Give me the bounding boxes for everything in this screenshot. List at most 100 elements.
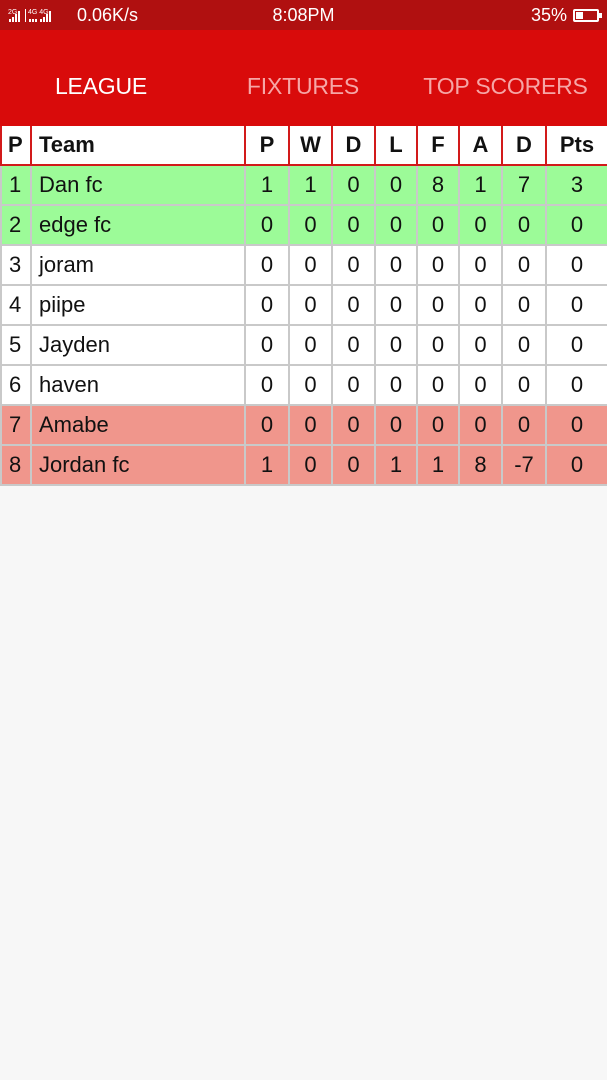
cell-difference: 0 bbox=[501, 324, 547, 366]
cell-points: 0 bbox=[545, 324, 607, 366]
cell-against: 0 bbox=[458, 324, 503, 366]
cell-position: 5 bbox=[0, 324, 32, 366]
table-row[interactable]: 1 Dan fc 1 1 0 0 8 1 7 3 bbox=[0, 164, 607, 206]
tab-bar: LEAGUE FIXTURES TOP SCORERS bbox=[0, 30, 607, 126]
cell-lost: 0 bbox=[374, 284, 418, 326]
league-table: P Team P W D L F A D Pts 1 Dan fc 1 1 0 0 8 1 7 3… bbox=[0, 126, 607, 486]
header-drawn: D bbox=[331, 126, 376, 166]
cell-for: 0 bbox=[416, 364, 460, 406]
table-row[interactable]: 6 haven 0 0 0 0 0 0 0 0 bbox=[0, 364, 607, 406]
cell-points: 0 bbox=[545, 404, 607, 446]
cell-won: 0 bbox=[288, 204, 333, 246]
cell-team: haven bbox=[30, 364, 246, 406]
cell-drawn: 0 bbox=[331, 404, 376, 446]
cell-difference: 7 bbox=[501, 164, 547, 206]
header-position: P bbox=[0, 126, 32, 166]
cell-played: 0 bbox=[244, 244, 290, 286]
cell-lost: 0 bbox=[374, 204, 418, 246]
cell-against: 1 bbox=[458, 164, 503, 206]
tab-league[interactable]: LEAGUE bbox=[0, 30, 202, 126]
header-team: Team bbox=[30, 126, 246, 166]
cell-points: 0 bbox=[545, 284, 607, 326]
cell-points: 0 bbox=[545, 204, 607, 246]
cell-points: 0 bbox=[545, 244, 607, 286]
cell-against: 8 bbox=[458, 444, 503, 486]
cell-for: 0 bbox=[416, 404, 460, 446]
header-against: A bbox=[458, 126, 503, 166]
cell-drawn: 0 bbox=[331, 324, 376, 366]
header-points: Pts bbox=[545, 126, 607, 166]
cell-drawn: 0 bbox=[331, 164, 376, 206]
cell-against: 0 bbox=[458, 244, 503, 286]
table-row[interactable]: 7 Amabe 0 0 0 0 0 0 0 0 bbox=[0, 404, 607, 446]
cell-won: 0 bbox=[288, 364, 333, 406]
cell-drawn: 0 bbox=[331, 204, 376, 246]
cell-position: 8 bbox=[0, 444, 32, 486]
cell-difference: -7 bbox=[501, 444, 547, 486]
battery-percent: 35% bbox=[530, 5, 567, 25]
status-right: 35% bbox=[530, 5, 602, 26]
cell-for: 0 bbox=[416, 324, 460, 366]
cell-team: Jayden bbox=[30, 324, 246, 366]
cell-drawn: 0 bbox=[331, 364, 376, 406]
tab-fixtures[interactable]: FIXTURES bbox=[202, 30, 404, 126]
clock: 8:08PM bbox=[272, 5, 335, 25]
cell-played: 0 bbox=[244, 284, 290, 326]
cell-team: Jordan fc bbox=[30, 444, 246, 486]
table-row[interactable]: 2 edge fc 0 0 0 0 0 0 0 0 bbox=[0, 204, 607, 246]
cell-points: 3 bbox=[545, 164, 607, 206]
battery-level bbox=[576, 12, 583, 19]
cell-team: Amabe bbox=[30, 404, 246, 446]
cell-for: 0 bbox=[416, 284, 460, 326]
cell-won: 0 bbox=[288, 324, 333, 366]
cell-position: 1 bbox=[0, 164, 32, 206]
cell-played: 0 bbox=[244, 404, 290, 446]
cell-played: 0 bbox=[244, 364, 290, 406]
table-row[interactable]: 3 joram 0 0 0 0 0 0 0 0 bbox=[0, 244, 607, 286]
cell-difference: 0 bbox=[501, 364, 547, 406]
cell-lost: 0 bbox=[374, 364, 418, 406]
cell-against: 0 bbox=[458, 404, 503, 446]
header-won: W bbox=[288, 126, 333, 166]
cell-against: 0 bbox=[458, 284, 503, 326]
cell-for: 8 bbox=[416, 164, 460, 206]
cell-played: 0 bbox=[244, 324, 290, 366]
cell-team: joram bbox=[30, 244, 246, 286]
cell-position: 2 bbox=[0, 204, 32, 246]
header-difference: D bbox=[501, 126, 547, 166]
cell-points: 0 bbox=[545, 444, 607, 486]
cell-drawn: 0 bbox=[331, 284, 376, 326]
cell-played: 1 bbox=[244, 444, 290, 486]
cell-played: 0 bbox=[244, 204, 290, 246]
cell-against: 0 bbox=[458, 204, 503, 246]
table-row[interactable]: 5 Jayden 0 0 0 0 0 0 0 0 bbox=[0, 324, 607, 366]
cell-position: 7 bbox=[0, 404, 32, 446]
cell-team: piipe bbox=[30, 284, 246, 326]
cell-for: 0 bbox=[416, 204, 460, 246]
cell-won: 0 bbox=[288, 244, 333, 286]
cell-for: 1 bbox=[416, 444, 460, 486]
cell-played: 1 bbox=[244, 164, 290, 206]
cell-position: 6 bbox=[0, 364, 32, 406]
cell-difference: 0 bbox=[501, 244, 547, 286]
table-row[interactable]: 8 Jordan fc 1 0 0 1 1 8 -7 0 bbox=[0, 444, 607, 486]
cell-for: 0 bbox=[416, 244, 460, 286]
cell-difference: 0 bbox=[501, 204, 547, 246]
table-row[interactable]: 4 piipe 0 0 0 0 0 0 0 0 bbox=[0, 284, 607, 326]
cell-lost: 0 bbox=[374, 324, 418, 366]
cell-drawn: 0 bbox=[331, 244, 376, 286]
cell-lost: 0 bbox=[374, 404, 418, 446]
status-bar: 2G 4G 4G 0.06K/s 8:08PM 35% bbox=[0, 0, 607, 30]
header-lost: L bbox=[374, 126, 418, 166]
cell-against: 0 bbox=[458, 364, 503, 406]
cell-points: 0 bbox=[545, 364, 607, 406]
cell-lost: 0 bbox=[374, 164, 418, 206]
cell-position: 4 bbox=[0, 284, 32, 326]
cell-won: 0 bbox=[288, 404, 333, 446]
cell-won: 0 bbox=[288, 284, 333, 326]
header-for: F bbox=[416, 126, 460, 166]
cell-won: 0 bbox=[288, 444, 333, 486]
cell-lost: 1 bbox=[374, 444, 418, 486]
battery-icon bbox=[573, 9, 602, 22]
tab-top-scorers[interactable]: TOP SCORERS bbox=[404, 30, 607, 126]
